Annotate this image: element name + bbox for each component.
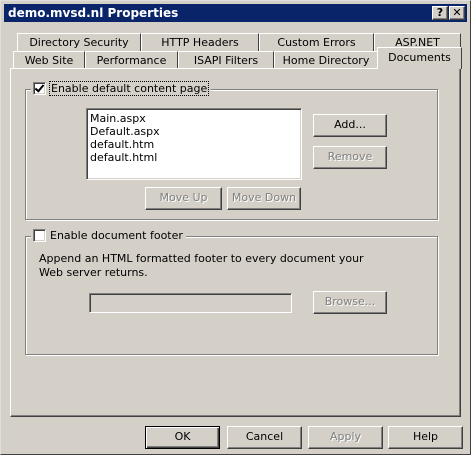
list-item[interactable]: default.htm — [90, 138, 298, 151]
add-button[interactable]: Add... — [313, 114, 387, 137]
document-footer-legend: Enable document footer — [31, 229, 186, 242]
default-documents-list[interactable]: Main.aspx Default.aspx default.htm defau… — [86, 108, 302, 180]
tab-web-site[interactable]: Web Site — [13, 51, 85, 69]
title-bar[interactable]: demo.mvsd.nl Properties ? ✕ — [4, 4, 467, 22]
list-item[interactable]: default.html — [90, 151, 298, 164]
move-down-button[interactable]: Move Down — [227, 187, 301, 210]
close-icon[interactable]: ✕ — [449, 6, 465, 20]
document-footer-checkbox[interactable] — [33, 229, 46, 242]
tab-documents[interactable]: Documents — [377, 47, 462, 69]
properties-dialog: demo.mvsd.nl Properties ? ✕ Directory Se… — [0, 0, 471, 455]
tab-http-headers[interactable]: HTTP Headers — [141, 33, 259, 51]
tab-directory-security[interactable]: Directory Security — [17, 33, 141, 51]
help-icon[interactable]: ? — [432, 6, 448, 20]
list-item[interactable]: Main.aspx — [90, 112, 298, 125]
browse-button[interactable]: Browse... — [313, 291, 387, 314]
tab-isapi-filters[interactable]: ISAPI Filters — [178, 51, 274, 69]
tab-home-directory[interactable]: Home Directory — [274, 51, 378, 69]
apply-button[interactable]: Apply — [308, 426, 383, 449]
list-item[interactable]: Default.aspx — [90, 125, 298, 138]
move-up-button[interactable]: Move Up — [145, 187, 222, 210]
window-title: demo.mvsd.nl Properties — [8, 6, 179, 20]
default-content-checkbox[interactable] — [33, 82, 46, 95]
default-content-legend: Enable default content page — [31, 81, 212, 96]
footer-description: Append an HTML formatted footer to every… — [39, 252, 364, 279]
help-button[interactable]: Help — [388, 426, 463, 449]
remove-button[interactable]: Remove — [313, 146, 387, 169]
cancel-button[interactable]: Cancel — [227, 426, 302, 449]
footer-path-field[interactable] — [89, 293, 292, 313]
tab-performance[interactable]: Performance — [85, 51, 178, 69]
ok-button[interactable]: OK — [145, 426, 220, 449]
document-footer-label[interactable]: Enable document footer — [50, 229, 183, 242]
tab-custom-errors[interactable]: Custom Errors — [259, 33, 374, 51]
default-content-label[interactable]: Enable default content page — [48, 81, 210, 96]
